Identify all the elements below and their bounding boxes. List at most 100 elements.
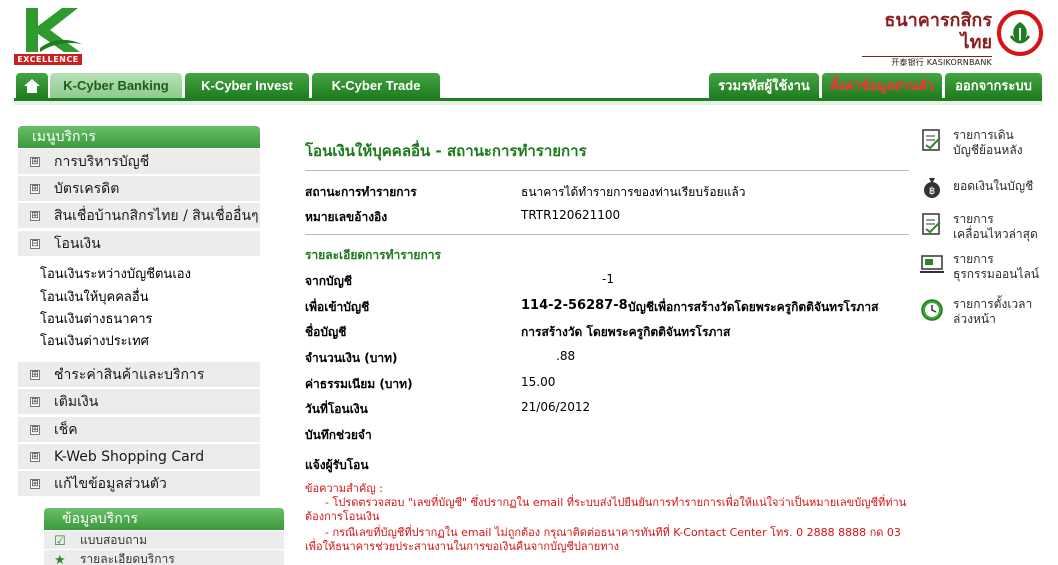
account-name-value: การสร้างวัด โดยพระครูกิตติจันทรโรภาส	[521, 325, 731, 339]
excellence-badge: EXCELLENCE	[14, 54, 82, 65]
tab-logout[interactable]: ออกจากระบบ	[945, 73, 1042, 98]
bank-name-thai: ธนาคารกสิกรไทย	[884, 10, 992, 53]
sidebar-item-edit-profile[interactable]: ⊞ แก้ไขข้อมูลส่วนตัว	[18, 471, 260, 497]
quick-link-line1: รายการเดิน	[953, 128, 1014, 142]
sidebar-item-label: เช็ค	[54, 422, 78, 438]
tab-k-cyber-trade[interactable]: K-Cyber Trade	[312, 73, 440, 98]
sidebar-item-top-up[interactable]: ⊞ เติมเงิน	[18, 389, 260, 415]
recent-transactions-icon	[922, 213, 941, 235]
to-account-name-inline: บัญชีเพื่อการสร้างวัดโดยพระครูกิตติจันทร…	[628, 300, 879, 314]
service-info-details[interactable]: ★ รายละเอียดบริการ	[44, 550, 284, 565]
transfer-date-value: 21/06/2012	[521, 400, 591, 414]
home-icon	[24, 79, 40, 93]
to-account-number: 114-2-56287-8	[521, 298, 628, 313]
service-info-label: แบบสอบถาม	[80, 533, 148, 547]
quick-link-line1: รายการตั้งเวลา	[953, 297, 1033, 311]
checkbox-icon: ☑	[54, 534, 66, 549]
kasikorn-logo[interactable]: EXCELLENCE	[14, 8, 84, 66]
expand-icon[interactable]: ⊞	[30, 397, 40, 407]
quick-link-scheduled[interactable]: รายการตั้งเวลา ล่วงหน้า	[920, 297, 1050, 329]
sidebar-item-loans[interactable]: ⊞ สินเชื่อบ้านกสิกรไทย / สินเชื่ออื่นๆ	[18, 203, 260, 229]
expand-icon[interactable]: ⊞	[30, 370, 40, 380]
online-transactions-icon	[920, 255, 944, 273]
clock-icon	[921, 299, 943, 321]
service-info-label: รายละเอียดบริการ	[80, 552, 175, 565]
sidebar-item-label: แก้ไขข้อมูลส่วนตัว	[54, 476, 167, 492]
submenu-third-party-transfer[interactable]: โอนเงินให้บุคคลอื่น	[40, 288, 149, 308]
fee-value: 15.00	[521, 375, 556, 389]
account-name-label: ชื่อบัญชี	[305, 325, 347, 339]
expand-icon[interactable]: ⊞	[30, 425, 40, 435]
service-info-survey[interactable]: ☑ แบบสอบถาม	[44, 531, 284, 549]
title-divider	[305, 170, 909, 171]
quick-link-line1: รายการ	[953, 252, 994, 266]
to-account-label: เพื่อเข้าบัญชี	[305, 300, 370, 314]
sidebar-item-label: สินเชื่อบ้านกสิกรไทย / สินเชื่ออื่นๆ	[54, 208, 259, 224]
details-title: รายละเอียดการทำรายการ	[305, 248, 441, 262]
sidebar-item-cheque[interactable]: ⊞ เช็ค	[18, 417, 260, 443]
kbank-emblem-icon	[997, 10, 1043, 56]
fee-label: ค่าธรรมเนียม (บาท)	[305, 377, 413, 391]
tab-k-cyber-invest[interactable]: K-Cyber Invest	[185, 73, 309, 98]
quick-link-statement[interactable]: รายการเดิน บัญชีย้อนหลัง	[920, 128, 1050, 160]
transfer-date-label: วันที่โอนเงิน	[305, 402, 368, 416]
page-title: โอนเงินให้บุคคลอื่น - สถานะการทำรายการ	[305, 142, 587, 160]
expand-icon[interactable]: ⊞	[30, 184, 40, 194]
memo-label: บันทึกช่วยจำ	[305, 428, 372, 442]
sidebar-item-label: บัตรเครดิต	[54, 181, 120, 197]
expand-icon[interactable]: ⊞	[30, 157, 40, 167]
quick-link-line1: ยอดเงินในบัญชี	[953, 179, 1034, 193]
quick-link-line2: บัญชีย้อนหลัง	[953, 143, 1023, 157]
submenu-own-account-transfer[interactable]: โอนเงินระหว่างบัญชีตนเอง	[40, 265, 191, 285]
important-note-title: ข้อความสำคัญ :	[305, 482, 383, 495]
nav-subline	[14, 101, 1042, 105]
from-account-label: จากบัญชี	[305, 274, 353, 288]
money-bag-icon: ฿	[924, 178, 940, 198]
expand-icon[interactable]: ⊞	[30, 211, 40, 221]
amount-value: .88	[556, 349, 576, 363]
quick-link-online-transactions[interactable]: รายการ ธุรกรรมออนไลน์	[920, 252, 1050, 284]
sidebar-item-k-web-shopping-card[interactable]: ⊞ K-Web Shopping Card	[18, 444, 260, 470]
sidebar-item-label: เติมเงิน	[54, 394, 99, 410]
sidebar-item-credit-card[interactable]: ⊞ บัตรเครดิต	[18, 176, 260, 202]
home-tab[interactable]	[16, 73, 48, 98]
k-logo-icon	[26, 8, 82, 52]
star-icon: ★	[54, 553, 66, 565]
statement-icon	[922, 129, 941, 151]
reference-value: TRTR120621100	[521, 208, 621, 222]
submenu-interbank-transfer[interactable]: โอนเงินต่างธนาคาร	[40, 310, 153, 330]
reference-label: หมายเลขอ้างอิง	[305, 210, 388, 224]
expand-icon[interactable]: ⊞	[30, 479, 40, 489]
sidebar-item-label: การบริหารบัญชี	[54, 154, 150, 170]
collapse-icon[interactable]: ⊟	[30, 239, 40, 249]
sidebar-item-label: โอนเงิน	[54, 236, 101, 252]
tab-user-id-collection[interactable]: รวมรหัสผู้ใช้งาน	[709, 73, 819, 98]
quick-link-line2: ธุรกรรมออนไลน์	[953, 267, 1040, 281]
submenu-international-transfer[interactable]: โอนเงินต่างประเทศ	[40, 332, 149, 352]
status-label: สถานะการทำรายการ	[305, 185, 417, 199]
sidebar-item-transfer[interactable]: ⊟ โอนเงิน	[18, 231, 260, 257]
notify-recipient-label: แจ้งผู้รับโอน	[305, 458, 369, 472]
service-info-header: ข้อมูลบริการ	[44, 508, 284, 530]
bank-name: ธนาคารกสิกรไทย 开泰银行 KASIKORNBANK	[862, 10, 992, 69]
sidebar-item-label: ชำระค่าสินค้าและบริการ	[54, 367, 205, 383]
sidebar-header: เมนูบริการ	[18, 126, 260, 148]
tab-personal-settings[interactable]: ตั้งค่าข้อมูลส่วนตัว	[822, 73, 942, 98]
sidebar-item-account-management[interactable]: ⊞ การบริหารบัญชี	[18, 149, 260, 175]
section-divider	[305, 234, 909, 235]
amount-label: จำนวนเงิน (บาท)	[305, 351, 398, 365]
svg-text:฿: ฿	[929, 186, 935, 197]
expand-icon[interactable]: ⊞	[30, 452, 40, 462]
from-account-value: -1	[602, 272, 614, 286]
quick-link-line1: รายการ	[953, 212, 994, 226]
important-note-1: - โปรดตรวจสอบ "เลขที่บัญชี" ซึ่งปรากฏใน …	[305, 496, 907, 523]
status-value: ธนาคารได้ทำรายการของท่านเรียบร้อยแล้ว	[521, 185, 746, 199]
tab-k-cyber-banking[interactable]: K-Cyber Banking	[50, 73, 182, 98]
important-note-2: - กรณีเลขที่บัญชีที่ปรากฏใน email ไม่ถูก…	[305, 526, 901, 553]
sidebar-item-bill-payment[interactable]: ⊞ ชำระค่าสินค้าและบริการ	[18, 362, 260, 388]
quick-link-recent-transactions[interactable]: รายการ เคลื่อนไหวล่าสุด	[920, 212, 1050, 244]
quick-link-balance[interactable]: ฿ ยอดเงินในบัญชี	[920, 175, 1050, 199]
quick-link-line2: เคลื่อนไหวล่าสุด	[953, 227, 1038, 241]
bank-name-english: 开泰银行 KASIKORNBANK	[891, 58, 992, 67]
quick-link-line2: ล่วงหน้า	[953, 312, 996, 326]
